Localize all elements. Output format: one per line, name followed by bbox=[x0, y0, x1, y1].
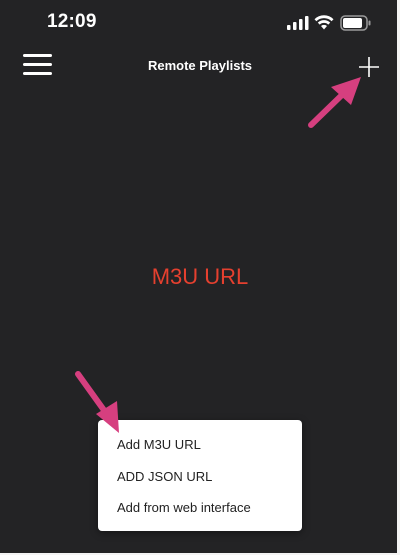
menu-item-add-json-url[interactable]: ADD JSON URL bbox=[117, 469, 212, 484]
wifi-icon bbox=[314, 15, 334, 30]
app-screen: 12:09 Remote Playlists M3U URL Add M3U U… bbox=[0, 0, 400, 555]
battery-icon bbox=[340, 15, 371, 31]
menu-item-add-m3u-url[interactable]: Add M3U URL bbox=[117, 437, 201, 452]
annotation-arrow-top bbox=[308, 77, 361, 128]
menu-item-add-from-web-interface[interactable]: Add from web interface bbox=[117, 500, 251, 515]
add-playlist-menu: Add M3U URL ADD JSON URL Add from web in… bbox=[98, 420, 302, 531]
signal-icon bbox=[287, 16, 309, 30]
page-title: Remote Playlists bbox=[147, 58, 253, 73]
empty-state-label: M3U URL bbox=[151, 264, 249, 289]
status-time: 12:09 bbox=[47, 11, 97, 32]
plus-icon[interactable] bbox=[357, 55, 381, 79]
